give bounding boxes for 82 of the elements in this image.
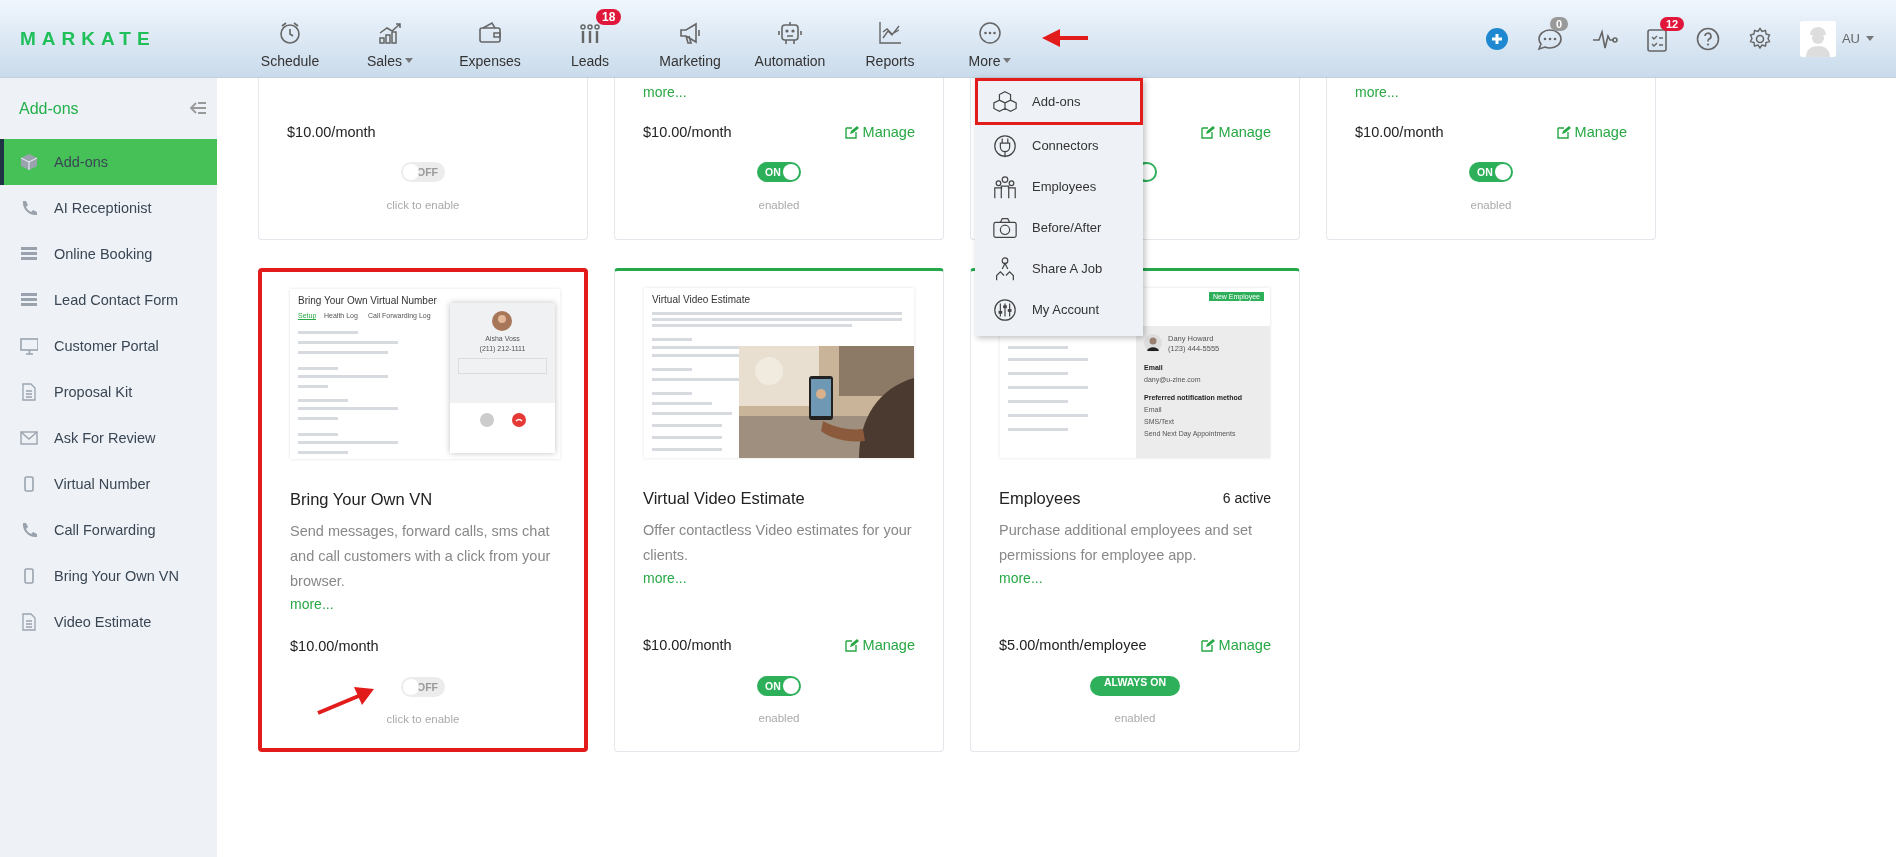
sidebar-item[interactable]: Ask For Review xyxy=(0,415,217,461)
price: $10.00/month xyxy=(290,638,379,654)
menu-item[interactable]: My Account xyxy=(975,289,1143,330)
plug-icon xyxy=(992,132,1018,159)
add-icon[interactable] xyxy=(1485,27,1508,50)
sidebar-item[interactable]: AI Receptionist xyxy=(0,185,217,231)
edit-icon xyxy=(844,638,859,652)
edit-icon xyxy=(1556,125,1571,139)
card-description: Send messages, forward calls, sms chat and call customers with a click from your browser. xyxy=(290,522,552,591)
avatar-icon xyxy=(492,311,512,331)
count-badge: 12 xyxy=(1659,16,1685,31)
status-text: enabled xyxy=(758,199,800,211)
price: $10.00/month xyxy=(1355,124,1444,140)
edit-icon xyxy=(1200,638,1215,652)
always-on-badge: ALWAYS ON xyxy=(1089,676,1180,696)
menu-item[interactable]: Share A Job xyxy=(975,248,1143,289)
menu-item[interactable]: Employees xyxy=(975,166,1143,207)
price: $10.00/month xyxy=(643,124,732,140)
nav-item[interactable]: Expenses xyxy=(440,8,540,69)
pulse-icon[interactable] xyxy=(1591,27,1618,50)
phone-icon xyxy=(20,199,38,217)
edit-icon xyxy=(844,125,859,139)
sliders-icon xyxy=(992,296,1018,323)
nav-item[interactable]: More xyxy=(940,8,1040,69)
card-title: Employees xyxy=(999,488,1081,508)
status-text: click to enable xyxy=(386,713,460,725)
nav-item[interactable]: Sales xyxy=(340,8,440,69)
edit-icon xyxy=(1200,125,1215,139)
user-menu[interactable]: AU xyxy=(1799,20,1874,57)
people-icon xyxy=(992,173,1018,200)
sidebar-title: Add-ons xyxy=(18,99,80,119)
person-icon xyxy=(1144,334,1162,352)
sidebar-item[interactable]: Online Booking xyxy=(0,231,217,277)
monitor-icon xyxy=(20,337,38,355)
sidebar-item[interactable]: Video Estimate xyxy=(0,599,217,645)
sidebar-item[interactable]: Lead Contact Form xyxy=(0,277,217,323)
nav-item[interactable]: Schedule xyxy=(240,8,340,69)
nav-item[interactable]: Marketing xyxy=(640,8,740,69)
status-text: enabled xyxy=(1114,712,1156,724)
count-badge: 18 xyxy=(596,8,622,25)
mute-button-icon xyxy=(480,413,494,427)
preview-title: Bring Your Own Virtual Number xyxy=(298,295,437,306)
menu-item[interactable]: Add-ons xyxy=(975,78,1143,125)
count-badge: 0 xyxy=(1549,16,1569,31)
phone-icon xyxy=(20,521,38,539)
count-text: 6 active xyxy=(1222,490,1271,506)
help-icon[interactable] xyxy=(1695,26,1720,51)
sidebar-item[interactable]: Bring Your Own VN xyxy=(0,553,217,599)
nav-item[interactable]: Leads 18 xyxy=(540,8,640,69)
sidebar-item[interactable]: Proposal Kit xyxy=(0,369,217,415)
menu-item[interactable]: Before/After xyxy=(975,207,1143,248)
status-text: click to enable xyxy=(386,199,460,211)
avatar-icon xyxy=(1799,20,1836,57)
card-title: Virtual Video Estimate xyxy=(643,488,805,508)
sidebar-item[interactable]: Virtual Number xyxy=(0,461,217,507)
nav-item[interactable]: Reports xyxy=(840,8,940,69)
cubes-icon xyxy=(992,88,1018,115)
collapse-icon[interactable] xyxy=(189,100,207,116)
arrow-drawing xyxy=(1040,28,1090,48)
menu-item[interactable]: Connectors xyxy=(975,125,1143,166)
card-description: Purchase additional employees and set permissions for employee app. xyxy=(999,521,1254,565)
nav-item[interactable]: Automation xyxy=(740,8,840,69)
envelope-icon xyxy=(20,429,38,447)
status-text: enabled xyxy=(1470,199,1512,211)
price: $10.00/month xyxy=(287,124,376,140)
caret-icon xyxy=(1866,36,1874,41)
price: $10.00/month xyxy=(643,637,732,653)
status-text: enabled xyxy=(758,712,800,724)
card-description: Offer contactless Video estimates for your clients. xyxy=(643,521,913,565)
cube-icon xyxy=(20,153,38,171)
list-icon xyxy=(20,245,38,263)
sidebar-item[interactable]: Customer Portal xyxy=(0,323,217,369)
preview-title: Virtual Video Estimate xyxy=(652,294,751,305)
hang-up-icon xyxy=(512,413,526,427)
price: $5.00/month/employee xyxy=(999,637,1147,653)
list-icon xyxy=(20,291,38,309)
document-icon xyxy=(20,383,38,401)
card-title: Bring Your Own VN xyxy=(290,489,433,509)
sidebar-item[interactable]: Add-ons xyxy=(0,139,217,185)
settings-icon[interactable] xyxy=(1747,26,1772,51)
document-icon xyxy=(20,613,38,631)
sidebar-item[interactable]: Call Forwarding xyxy=(0,507,217,553)
